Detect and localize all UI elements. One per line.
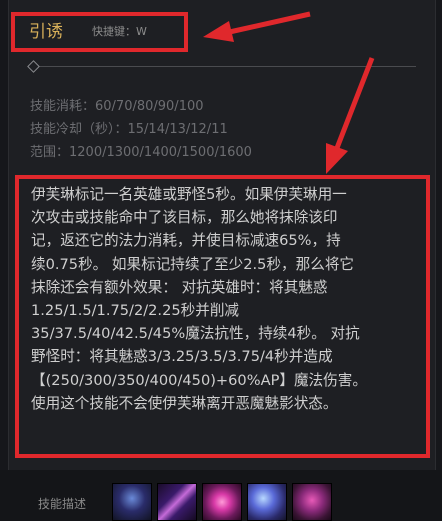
description-line: 抹除还会有额外效果： 对抗英雄时：将其魅惑 (31, 278, 328, 296)
description-line: 伊芙琳标记一名英雄或野怪5秒。如果伊芙琳用一 (31, 186, 347, 203)
w-skill-icon[interactable] (202, 483, 242, 521)
description-line: 【(250/300/350/400/450)+60%AP】魔法伤害。 (31, 371, 367, 389)
skill-name: 引诱 (29, 22, 63, 42)
description-line: 野怪时：将其魅惑3/3.25/3.5/3.75/4秒并造成 (31, 348, 333, 366)
description-line: 记，返还它的法力消耗，并使目标减速65%，持 (31, 232, 341, 250)
r-skill-icon[interactable] (292, 483, 332, 521)
description-line: 1.25/1.5/1.75/2/2.25秒并削减 (31, 302, 240, 320)
divider (30, 66, 416, 67)
skill-cooldown: 技能冷却（秒）：15/14/13/12/11 (30, 122, 228, 137)
description-line: 使用这个技能不会使伊芙琳离开恶魔魅影状态。 (31, 394, 338, 412)
passive-icon[interactable] (112, 483, 152, 521)
e-skill-icon[interactable] (247, 483, 287, 521)
skill-cost: 技能消耗：60/70/80/90/100 (30, 99, 204, 114)
description-line: 续0.75秒。 如果标记持续了至少2.5秒，那么将它 (31, 255, 355, 273)
skill-description-tab[interactable]: 技能描述 (38, 497, 86, 511)
description-line: 35/37.5/40/42.5/45%魔法抗性，持续4秒。 对抗 (31, 325, 360, 343)
q-skill-icon[interactable] (157, 483, 197, 521)
hotkey-label: 快捷键：W (92, 25, 147, 38)
skill-range: 范围：1200/1300/1400/1500/1600 (30, 145, 252, 160)
description-line: 次攻击或技能命中了该目标，那么她将抹除该印 (31, 209, 338, 227)
skill-description: 伊芙琳标记一名英雄或野怪5秒。如果伊芙琳用一 次攻击或技能命中了该目标，那么她将… (31, 183, 421, 415)
